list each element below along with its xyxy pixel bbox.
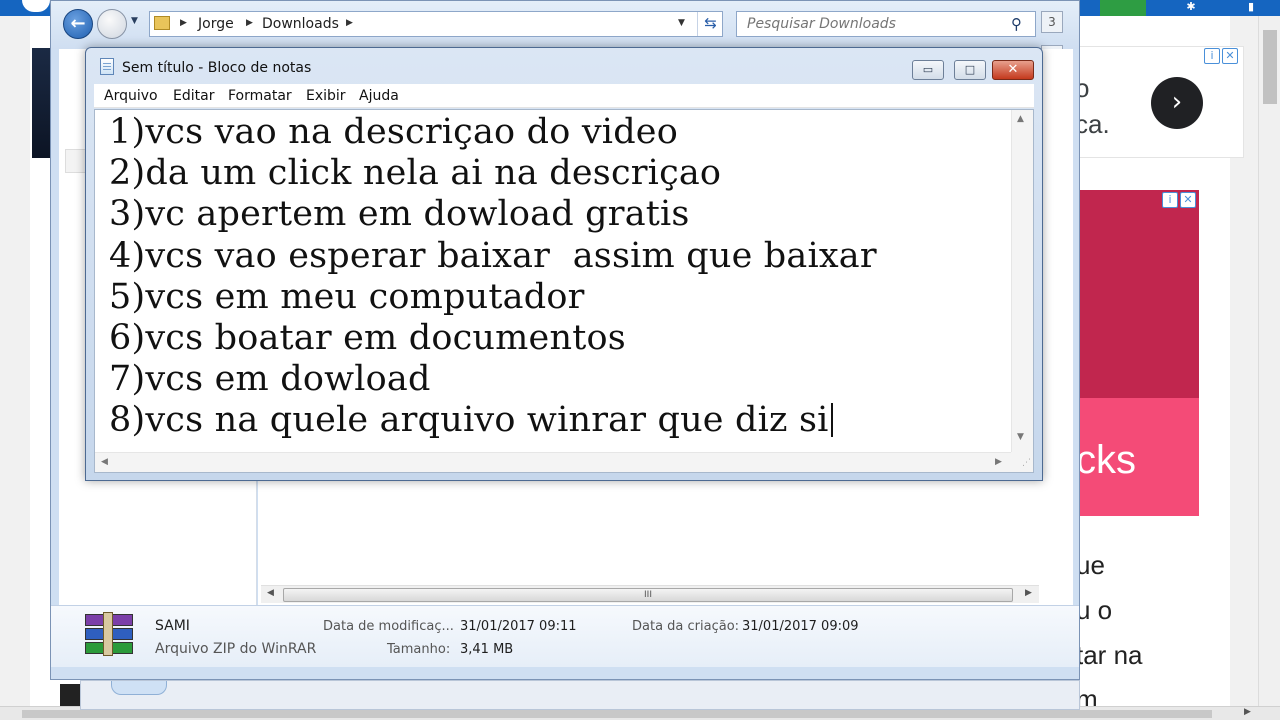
ad-top-text-2: ca. (1075, 109, 1110, 139)
modified-value: 31/01/2017 09:11 (460, 619, 577, 634)
maximize-icon: □ (964, 63, 976, 76)
editor-text[interactable]: 1)vcs vao na descriçao do video 2)da um … (109, 112, 999, 442)
breadcrumb-separator-icon[interactable]: ▶ (180, 18, 187, 28)
file-type: Arquivo ZIP do WinRAR (155, 641, 317, 657)
folder-icon (154, 16, 170, 30)
site-logo-fragment (22, 0, 50, 12)
text-line: 3)vc apertem em dowload gratis (109, 194, 690, 235)
editor-horizontal-scrollbar[interactable]: ◀ ▶ (95, 452, 1011, 472)
text-editor[interactable]: 1)vcs vao na descriçao do video 2)da um … (94, 109, 1034, 473)
text-line: 5)vcs em meu computador (109, 276, 585, 317)
modified-label: Data de modificaç... (323, 619, 454, 634)
forward-button[interactable] (97, 9, 127, 39)
notepad-titlebar[interactable]: Sem título - Bloco de notas ▭ □ ✕ (86, 48, 1042, 84)
history-dropdown-icon[interactable]: ▼ (131, 16, 138, 26)
minimize-icon: ▭ (922, 63, 934, 76)
scroll-right-icon[interactable]: ▶ (1025, 588, 1032, 598)
scrollbar-thumb[interactable] (22, 710, 1212, 718)
top-green-button[interactable] (1100, 0, 1146, 16)
search-input[interactable] (737, 12, 1007, 36)
breadcrumb-item[interactable]: Downloads (262, 16, 339, 32)
page-text-fragment: u o (1076, 595, 1113, 625)
text-line: 8)vcs na quele arquivo winrar que diz si (109, 400, 829, 441)
back-button[interactable]: ← (63, 9, 93, 39)
text-line: 1)vcs vao na descriçao do video (109, 112, 678, 152)
address-dropdown-icon[interactable]: ▼ (678, 18, 685, 28)
explorer-toolbar: ← ▼ ▶ Jorge ▶ Downloads ▶ ▼ ⇆ ⚲ 3 (51, 1, 1079, 49)
breadcrumb-separator-icon[interactable]: ▶ (246, 18, 253, 28)
ad-banner-pink[interactable]: cks (1060, 398, 1199, 516)
scroll-left-icon[interactable]: ◀ (101, 457, 108, 467)
winrar-archive-icon (85, 612, 133, 656)
close-icon: ✕ (1007, 62, 1019, 77)
text-line-with-caret: 8)vcs na quele arquivo winrar que diz si (109, 400, 999, 441)
file-name: SAMI (155, 618, 190, 634)
explorer-window-button[interactable]: 3 (1041, 11, 1063, 33)
close-button[interactable]: ✕ (992, 60, 1034, 80)
created-label: Data da criação: (632, 619, 740, 634)
size-value: 3,41 MB (460, 642, 514, 657)
page-text-fragment: ue (1076, 550, 1105, 580)
explorer-bottom-border (51, 667, 1079, 679)
maximize-button[interactable]: □ (954, 60, 986, 80)
breadcrumb-separator-icon[interactable]: ▶ (346, 18, 353, 28)
menu-editar[interactable]: Editar (173, 88, 214, 104)
back-arrow-icon: ← (70, 13, 86, 34)
ad-info-icon[interactable]: i (1204, 48, 1220, 64)
scroll-right-icon[interactable]: ▶ (1244, 707, 1251, 717)
editor-vertical-scrollbar[interactable]: ▲ ▼ (1011, 110, 1033, 452)
details-pane: SAMI Arquivo ZIP do WinRAR Data de modif… (51, 605, 1079, 667)
scrollbar-thumb[interactable]: III (283, 588, 1013, 602)
ad-choices-top[interactable]: i ✕ (1204, 48, 1238, 64)
notepad-icon[interactable] (100, 58, 114, 75)
breadcrumb-item[interactable]: Jorge (198, 16, 234, 32)
ad-choices-mid[interactable]: i ✕ (1162, 192, 1196, 208)
minimize-button[interactable]: ▭ (912, 60, 944, 80)
text-line: 6)vcs boatar em documentos (109, 317, 626, 358)
video-thumbnail-fragment[interactable] (32, 48, 50, 158)
text-line: 7)vcs em dowload (109, 359, 431, 400)
text-caret (830, 403, 833, 438)
menu-bar: Arquivo Editar Formatar Exibir Ajuda (94, 84, 1034, 108)
top-nav-icon-2[interactable]: ▮ (1240, 0, 1262, 16)
window-title: Sem título - Bloco de notas (122, 60, 312, 76)
page-text-fragment: tar na (1076, 640, 1143, 670)
browser-vertical-scrollbar[interactable]: ▼ (1258, 16, 1280, 716)
search-icon[interactable]: ⚲ (1011, 15, 1031, 33)
menu-arquivo[interactable]: Arquivo (104, 88, 158, 104)
disc-icon (111, 681, 167, 695)
ad-next-button[interactable]: › (1151, 77, 1203, 129)
ad-close-icon[interactable]: ✕ (1180, 192, 1196, 208)
search-box[interactable]: ⚲ (736, 11, 1036, 37)
address-bar[interactable]: ▶ Jorge ▶ Downloads ▶ ▼ (149, 11, 723, 37)
file-list-horizontal-scrollbar[interactable]: ◀ III ▶ (261, 585, 1039, 603)
background-window-fragment (80, 680, 1080, 710)
ad-banner-text: cks (1076, 438, 1136, 482)
top-nav-icon[interactable]: ✱ (1176, 0, 1206, 16)
resize-grip-icon[interactable]: ⋰ (1011, 452, 1033, 472)
text-line: 4)vcs vao esperar baixar assim que baixa… (109, 235, 877, 276)
scroll-up-icon[interactable]: ▲ (1017, 114, 1024, 124)
refresh-button[interactable]: ⇆ (697, 12, 723, 36)
ad-banner-red[interactable] (1060, 190, 1199, 398)
text-line: 2)da um click nela ai na descriçao (109, 153, 722, 194)
ad-info-icon[interactable]: i (1162, 192, 1178, 208)
chevron-right-icon: › (1171, 87, 1183, 117)
size-label: Tamanho: (387, 642, 451, 657)
refresh-icon: ⇆ (704, 14, 717, 32)
notepad-window: Sem título - Bloco de notas ▭ □ ✕ Arquiv… (85, 47, 1043, 481)
scroll-left-icon[interactable]: ◀ (267, 588, 274, 598)
scroll-down-icon[interactable]: ▼ (1017, 432, 1024, 442)
ad-close-icon[interactable]: ✕ (1222, 48, 1238, 64)
menu-exibir[interactable]: Exibir (306, 88, 346, 104)
created-value: 31/01/2017 09:09 (742, 619, 859, 634)
scrollbar-thumb[interactable] (1263, 30, 1277, 104)
scroll-right-icon[interactable]: ▶ (995, 457, 1002, 467)
menu-ajuda[interactable]: Ajuda (359, 88, 399, 104)
menu-formatar[interactable]: Formatar (228, 88, 292, 104)
video-thumbnail-fragment-2[interactable] (60, 684, 80, 708)
